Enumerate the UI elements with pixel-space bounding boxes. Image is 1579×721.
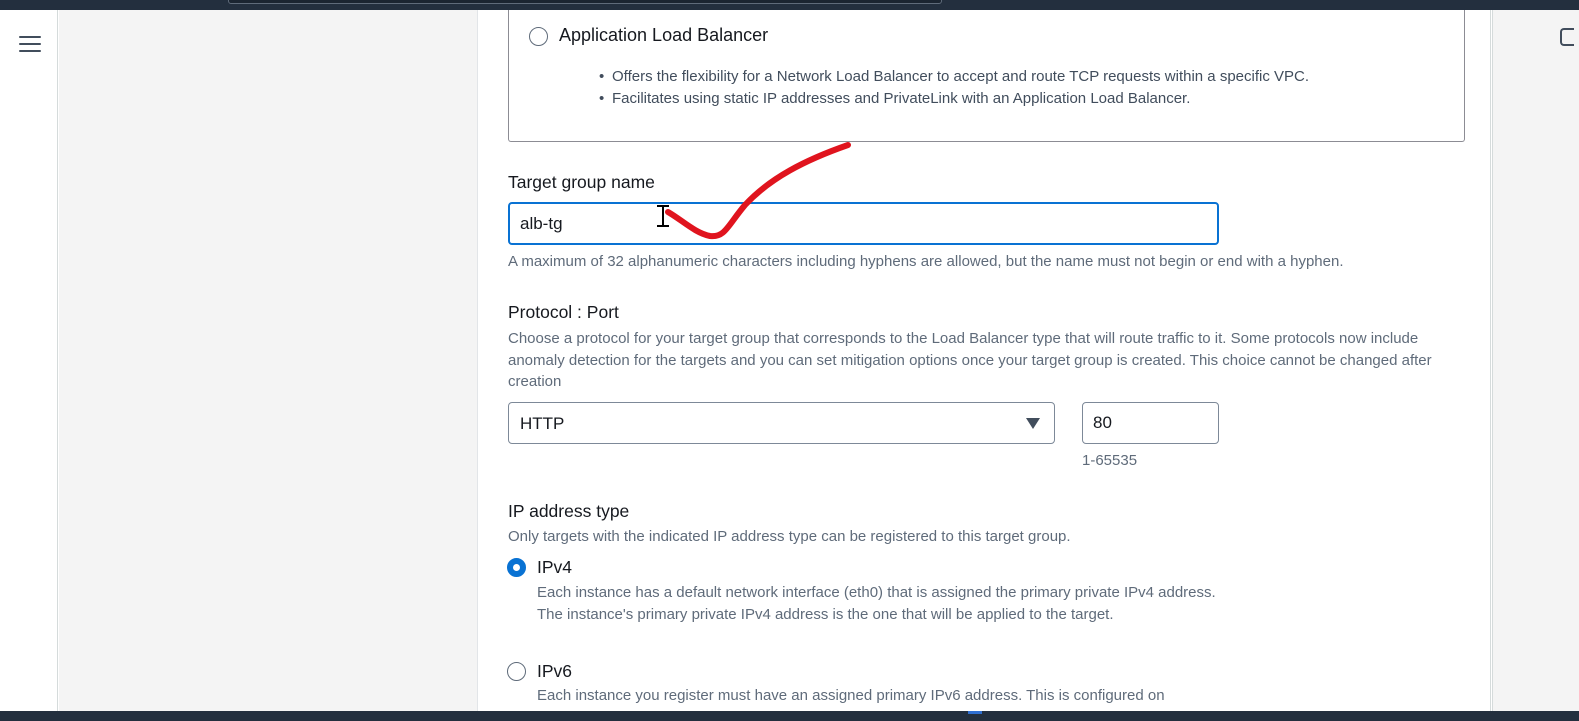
bottom-status-bar xyxy=(0,711,1579,721)
port-range-hint: 1-65535 xyxy=(1082,452,1138,469)
ipv4-radio[interactable] xyxy=(507,558,526,577)
load-balancer-bullet-2: Facilitates using static IP addresses an… xyxy=(599,90,1190,107)
text-cursor-icon xyxy=(657,205,669,227)
ipv6-label[interactable]: IPv6 xyxy=(537,661,572,682)
target-group-name-input[interactable] xyxy=(508,202,1219,245)
load-balancer-bullet-1: Offers the flexibility for a Network Loa… xyxy=(599,68,1309,85)
left-navigation-rail xyxy=(0,10,58,711)
port-input[interactable] xyxy=(1082,402,1219,444)
protocol-select-value: HTTP xyxy=(520,414,565,433)
target-group-name-hint: A maximum of 32 alphanumeric characters … xyxy=(508,253,1344,270)
target-group-name-label: Target group name xyxy=(508,172,655,192)
help-panel-icon[interactable] xyxy=(1560,28,1574,46)
ip-address-type-label: IP address type xyxy=(508,501,630,521)
ipv4-description: Each instance has a default network inte… xyxy=(537,584,1216,623)
protocol-port-description: Choose a protocol for your target group … xyxy=(508,330,1432,390)
caret-down-icon xyxy=(1026,418,1040,429)
left-gutter xyxy=(59,10,477,711)
application-load-balancer-radio[interactable] xyxy=(529,27,548,46)
application-load-balancer-label[interactable]: Application Load Balancer xyxy=(559,25,768,46)
status-indicator xyxy=(968,711,982,714)
right-gutter xyxy=(1492,10,1579,711)
global-search-bar[interactable] xyxy=(228,0,942,4)
hamburger-menu-icon[interactable] xyxy=(19,36,41,56)
ipv4-label[interactable]: IPv4 xyxy=(537,557,572,578)
top-navigation-bar xyxy=(0,0,1579,10)
protocol-select[interactable]: HTTP xyxy=(508,402,1055,444)
ipv6-description: Each instance you register must have an … xyxy=(537,687,1165,704)
protocol-port-label: Protocol : Port xyxy=(508,302,619,322)
ip-address-type-description: Only targets with the indicated IP addre… xyxy=(508,528,1071,545)
ipv6-radio[interactable] xyxy=(507,662,526,681)
